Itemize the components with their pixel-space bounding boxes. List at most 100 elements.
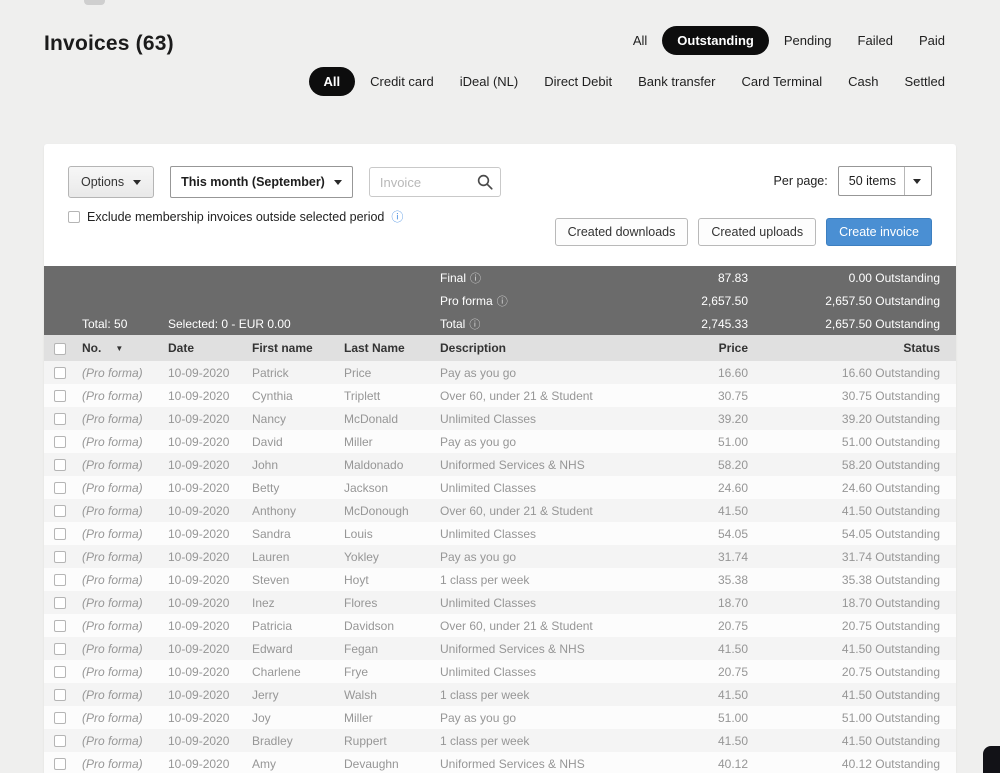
- info-icon[interactable]: ⓘ: [497, 296, 508, 308]
- invoice-last-name: Miller: [344, 710, 373, 725]
- invoice-row[interactable]: (Pro forma) 10-09-2020 John Maldonado Un…: [44, 453, 956, 476]
- search-icon: [477, 174, 493, 190]
- invoice-row[interactable]: (Pro forma) 10-09-2020 Inez Flores Unlim…: [44, 591, 956, 614]
- invoice-row[interactable]: (Pro forma) 10-09-2020 Edward Fegan Unif…: [44, 637, 956, 660]
- column-header-date[interactable]: Date: [160, 335, 244, 361]
- row-checkbox[interactable]: [54, 643, 66, 656]
- row-checkbox[interactable]: [54, 735, 66, 748]
- payment-filter-cash[interactable]: Cash: [837, 68, 889, 95]
- row-checkbox[interactable]: [54, 390, 66, 403]
- invoice-row[interactable]: (Pro forma) 10-09-2020 Betty Jackson Unl…: [44, 476, 956, 499]
- invoice-row[interactable]: (Pro forma) 10-09-2020 Amy Devaughn Unif…: [44, 752, 956, 773]
- row-checkbox[interactable]: [54, 551, 66, 564]
- payment-filter-credit-card[interactable]: Credit card: [359, 68, 445, 95]
- invoice-first-name: Steven: [252, 572, 290, 587]
- column-header-price[interactable]: Price: [676, 335, 756, 361]
- chat-widget-corner[interactable]: [983, 746, 1000, 773]
- invoice-row[interactable]: (Pro forma) 10-09-2020 Cynthia Triplett …: [44, 384, 956, 407]
- invoice-row[interactable]: (Pro forma) 10-09-2020 Sandra Louis Unli…: [44, 522, 956, 545]
- row-checkbox[interactable]: [54, 712, 66, 725]
- info-icon[interactable]: ⓘ: [470, 273, 481, 285]
- invoice-row[interactable]: (Pro forma) 10-09-2020 Lauren Yokley Pay…: [44, 545, 956, 568]
- invoice-row[interactable]: (Pro forma) 10-09-2020 Nancy McDonald Un…: [44, 407, 956, 430]
- invoice-last-name: McDonough: [344, 503, 409, 518]
- invoice-description: 1 class per week: [440, 572, 530, 587]
- row-checkbox[interactable]: [54, 597, 66, 610]
- invoice-first-name: Charlene: [252, 664, 301, 679]
- row-checkbox[interactable]: [54, 528, 66, 541]
- invoice-last-name: Miller: [344, 434, 373, 449]
- payment-filter-direct-debit[interactable]: Direct Debit: [533, 68, 623, 95]
- payment-filter-settled[interactable]: Settled: [894, 68, 956, 95]
- status-filter-all[interactable]: All: [622, 27, 658, 54]
- invoice-number: (Pro forma): [82, 756, 143, 771]
- invoice-price: 41.50: [717, 733, 748, 748]
- row-checkbox[interactable]: [54, 413, 66, 426]
- row-checkbox[interactable]: [54, 482, 66, 495]
- status-filter-failed[interactable]: Failed: [847, 27, 904, 54]
- row-checkbox[interactable]: [54, 367, 66, 380]
- invoice-status: 20.75 Outstanding: [841, 618, 940, 633]
- row-checkbox[interactable]: [54, 758, 66, 771]
- column-header-status[interactable]: Status: [756, 335, 956, 361]
- payment-filter-all[interactable]: All: [308, 67, 356, 96]
- status-filter-outstanding[interactable]: Outstanding: [662, 26, 769, 55]
- payment-filter-ideal-nl-[interactable]: iDeal (NL): [449, 68, 530, 95]
- invoice-row[interactable]: (Pro forma) 10-09-2020 Jerry Walsh 1 cla…: [44, 683, 956, 706]
- row-checkbox[interactable]: [54, 689, 66, 702]
- status-filter-paid[interactable]: Paid: [908, 27, 956, 54]
- invoice-price: 24.60: [717, 480, 748, 495]
- invoice-status: 41.50 Outstanding: [841, 733, 940, 748]
- info-icon[interactable]: ⓘ: [469, 319, 480, 331]
- payment-filter-bank-transfer[interactable]: Bank transfer: [627, 68, 726, 95]
- summary-row: Final ⓘ 87.83 0.00 Outstanding: [44, 266, 956, 289]
- options-button[interactable]: Options: [68, 166, 155, 198]
- select-all-checkbox[interactable]: [54, 342, 66, 355]
- invoice-row[interactable]: (Pro forma) 10-09-2020 Patrick Price Pay…: [44, 361, 956, 384]
- create-invoice-button[interactable]: Create invoice: [826, 218, 932, 246]
- invoice-date: 10-09-2020: [168, 457, 230, 472]
- invoice-description: Unlimited Classes: [440, 595, 537, 610]
- invoice-description: Uniformed Services & NHS: [440, 641, 585, 656]
- options-button-label: Options: [81, 175, 125, 189]
- info-icon[interactable]: ⓘ: [391, 211, 403, 223]
- per-page-select[interactable]: 50 items: [837, 166, 932, 196]
- summary-price: 2,745.33: [701, 316, 748, 331]
- invoice-row[interactable]: (Pro forma) 10-09-2020 David Miller Pay …: [44, 430, 956, 453]
- period-select[interactable]: This month (September): [170, 166, 353, 198]
- summary-label-cell: Final ⓘ: [440, 270, 482, 285]
- invoice-date: 10-09-2020: [168, 503, 230, 518]
- invoice-number: (Pro forma): [82, 664, 143, 679]
- column-header-description[interactable]: Description: [432, 335, 676, 361]
- column-header-no[interactable]: No. ▼: [74, 335, 160, 361]
- column-header-first-name[interactable]: First name: [244, 335, 336, 361]
- created-uploads-button[interactable]: Created uploads: [698, 218, 817, 246]
- created-downloads-button[interactable]: Created downloads: [554, 218, 689, 246]
- invoice-status: 54.05 Outstanding: [841, 526, 940, 541]
- column-header-last-name[interactable]: Last Name: [336, 335, 432, 361]
- invoice-date: 10-09-2020: [168, 664, 230, 679]
- row-checkbox[interactable]: [54, 505, 66, 518]
- row-checkbox[interactable]: [54, 436, 66, 449]
- invoice-row[interactable]: (Pro forma) 10-09-2020 Charlene Frye Unl…: [44, 660, 956, 683]
- invoice-last-name: Fegan: [344, 641, 379, 656]
- invoice-number: (Pro forma): [82, 434, 143, 449]
- invoice-row[interactable]: (Pro forma) 10-09-2020 Steven Hoyt 1 cla…: [44, 568, 956, 591]
- invoice-row[interactable]: (Pro forma) 10-09-2020 Bradley Ruppert 1…: [44, 729, 956, 752]
- exclude-membership-checkbox[interactable]: [68, 211, 80, 223]
- summary-selected: [160, 289, 336, 312]
- row-checkbox[interactable]: [54, 574, 66, 587]
- invoice-date: 10-09-2020: [168, 641, 230, 656]
- invoice-row[interactable]: (Pro forma) 10-09-2020 Patricia Davidson…: [44, 614, 956, 637]
- row-checkbox[interactable]: [54, 459, 66, 472]
- invoice-row[interactable]: (Pro forma) 10-09-2020 Joy Miller Pay as…: [44, 706, 956, 729]
- row-checkbox[interactable]: [54, 666, 66, 679]
- invoice-date: 10-09-2020: [168, 365, 230, 380]
- summary-price: 87.83: [717, 270, 748, 285]
- payment-filter-card-terminal[interactable]: Card Terminal: [730, 68, 833, 95]
- row-checkbox[interactable]: [54, 620, 66, 633]
- status-filter-pending[interactable]: Pending: [773, 27, 843, 54]
- invoice-row[interactable]: (Pro forma) 10-09-2020 Anthony McDonough…: [44, 499, 956, 522]
- invoice-price: 39.20: [717, 411, 748, 426]
- status-filter-row: All Outstanding Pending Failed Paid: [622, 26, 956, 55]
